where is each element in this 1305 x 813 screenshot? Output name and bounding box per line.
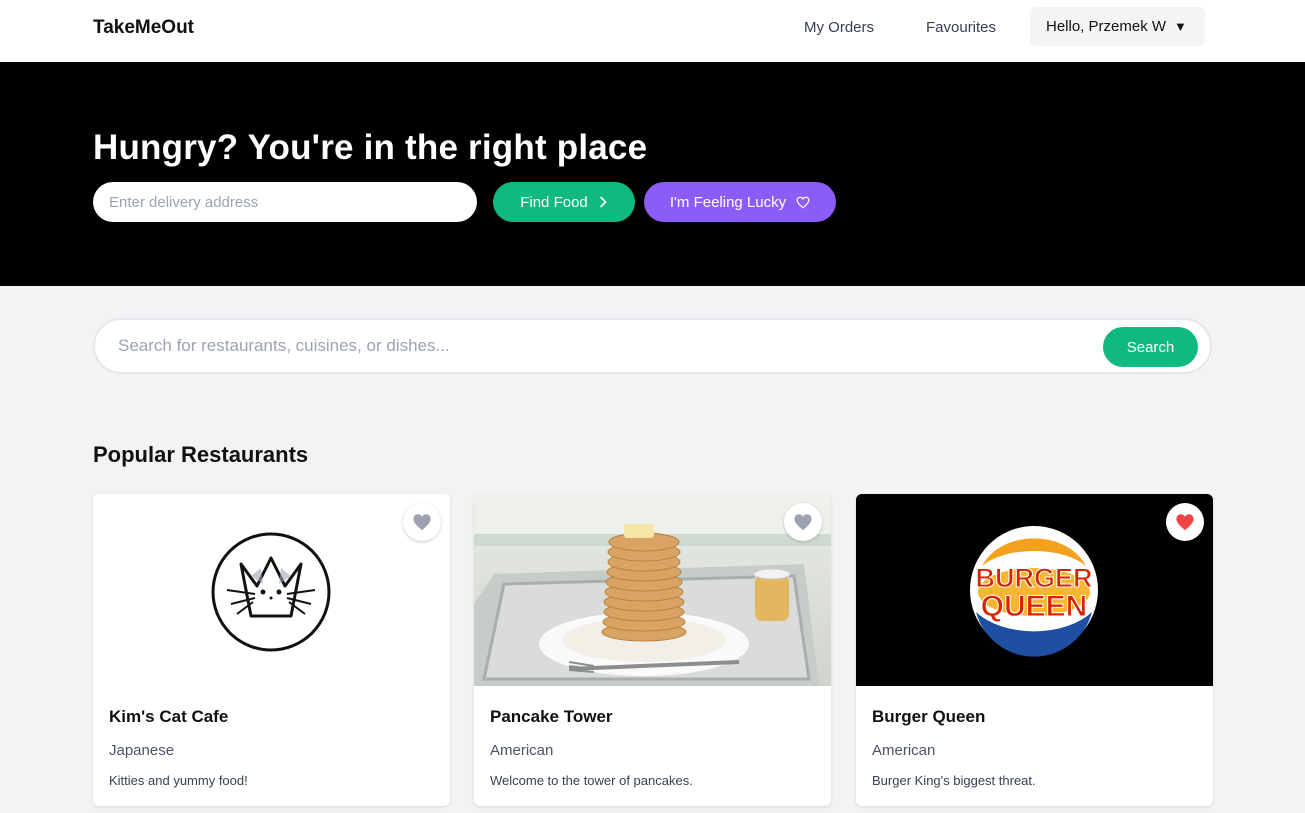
- caret-down-icon: ▼: [1174, 19, 1187, 34]
- delivery-address-input[interactable]: [93, 182, 477, 222]
- find-food-label: Find Food: [520, 193, 588, 211]
- favourite-button[interactable]: [784, 503, 822, 541]
- restaurant-search-bar: Search: [93, 318, 1212, 374]
- restaurant-card[interactable]: BURGER QUEEN Burger Queen American Burge…: [856, 494, 1213, 806]
- restaurant-cuisine: American: [490, 742, 554, 759]
- restaurant-description: Burger King's biggest threat.: [872, 773, 1036, 788]
- burger-queen-logo-text-top: BURGER: [975, 563, 1092, 593]
- search-button[interactable]: Search: [1103, 327, 1198, 367]
- restaurant-description: Welcome to the tower of pancakes.: [490, 773, 693, 788]
- nav-my-orders[interactable]: My Orders: [804, 19, 874, 36]
- restaurant-name: Pancake Tower: [490, 707, 613, 726]
- restaurant-name: Burger Queen: [872, 707, 986, 726]
- heart-icon: [1176, 514, 1194, 531]
- restaurant-card[interactable]: Pancake Tower American Welcome to the to…: [474, 494, 831, 806]
- heart-icon: [794, 514, 812, 531]
- restaurant-search-input[interactable]: [118, 330, 1078, 362]
- favourite-button[interactable]: [1166, 503, 1204, 541]
- favourite-button[interactable]: [403, 503, 441, 541]
- restaurant-description: Kitties and yummy food!: [109, 773, 248, 788]
- restaurant-name: Kim's Cat Cafe: [109, 707, 229, 726]
- feeling-lucky-button[interactable]: I'm Feeling Lucky: [644, 182, 836, 222]
- restaurant-cuisine: American: [872, 742, 936, 759]
- pancake-stack-photo: [474, 494, 831, 686]
- nav-favourites[interactable]: Favourites: [926, 19, 996, 36]
- burger-queen-logo-text-bottom: QUEEN: [981, 590, 1088, 623]
- cat-logo-image: [93, 494, 450, 686]
- brand-logo[interactable]: TakeMeOut: [93, 17, 194, 39]
- find-food-button[interactable]: Find Food: [493, 182, 635, 222]
- hero-banner: Hungry? You're in the right place Find F…: [0, 62, 1305, 286]
- restaurant-card[interactable]: Kim's Cat Cafe Japanese Kitties and yumm…: [93, 494, 450, 806]
- section-title-popular: Popular Restaurants: [93, 442, 309, 467]
- feeling-lucky-label: I'm Feeling Lucky: [669, 193, 787, 211]
- user-menu-button[interactable]: Hello, Przemek W ▼: [1030, 7, 1205, 46]
- hero-title: Hungry? You're in the right place: [93, 128, 648, 167]
- chevron-right-icon: [599, 196, 607, 208]
- heart-outline-icon: [796, 196, 810, 208]
- heart-icon: [413, 514, 431, 531]
- user-greeting: Hello, Przemek W: [1046, 18, 1167, 35]
- top-nav: TakeMeOut My Orders Favourites Hello, Pr…: [0, 0, 1305, 62]
- restaurant-cuisine: Japanese: [109, 742, 175, 759]
- burger-queen-logo: BURGER QUEEN: [856, 494, 1213, 686]
